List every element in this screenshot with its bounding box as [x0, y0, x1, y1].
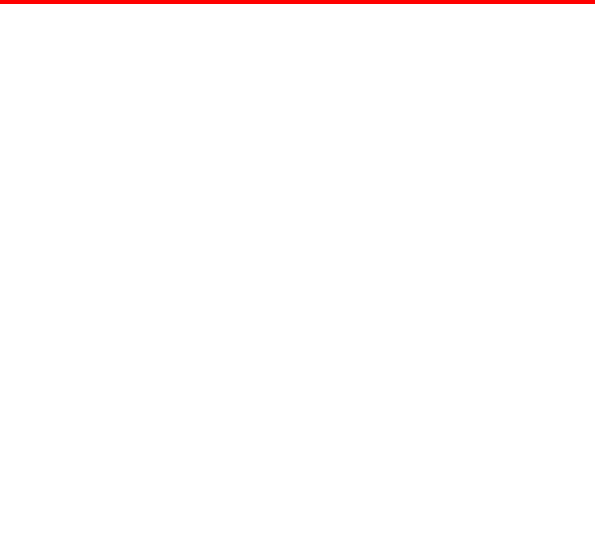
- code-editor[interactable]: [0, 0, 595, 4]
